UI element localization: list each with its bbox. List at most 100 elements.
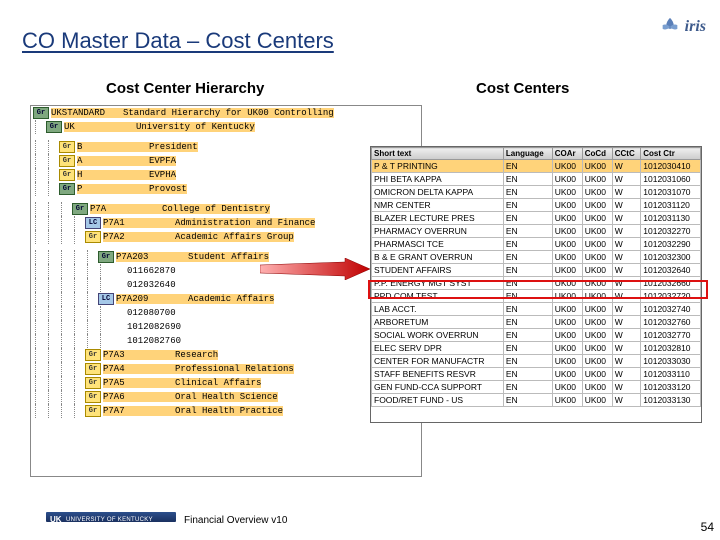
table-cell: W bbox=[612, 225, 641, 238]
table-row[interactable]: PHARMASCI TCEENUK00UK00W1012032290 bbox=[372, 238, 701, 251]
subtitle-hierarchy: Cost Center Hierarchy bbox=[106, 80, 264, 97]
table-cell: UK00 bbox=[582, 199, 612, 212]
table-cell: EN bbox=[503, 238, 552, 251]
hierarchy-row[interactable]: 012032640 bbox=[31, 278, 421, 292]
table-cell: EN bbox=[503, 355, 552, 368]
hierarchy-row[interactable]: 1012082760 bbox=[31, 334, 421, 348]
table-row[interactable]: OMICRON DELTA KAPPAENUK00UK00W1012031070 bbox=[372, 186, 701, 199]
table-cell: EN bbox=[503, 264, 552, 277]
table-row[interactable]: PHARMACY OVERRUNENUK00UK00W1012032270 bbox=[372, 225, 701, 238]
table-cell: W bbox=[612, 303, 641, 316]
table-cell: ARBORETUM bbox=[372, 316, 504, 329]
table-cell: UK00 bbox=[582, 225, 612, 238]
table-cell: ELEC SERV DPR bbox=[372, 342, 504, 355]
table-row[interactable]: PPD COM TESTENUK00UK00W1012032720 bbox=[372, 290, 701, 303]
tree-badge: Gr bbox=[59, 155, 75, 167]
table-cell: GEN FUND-CCA SUPPORT bbox=[372, 381, 504, 394]
table-header[interactable]: COAr bbox=[552, 148, 582, 160]
table-cell: W bbox=[612, 186, 641, 199]
table-cell: 1012032770 bbox=[641, 329, 701, 342]
tree-badge: Gr bbox=[85, 363, 101, 375]
table-header[interactable]: Cost Ctr bbox=[641, 148, 701, 160]
table-row[interactable]: FOOD/RET FUND - USENUK00UK00W1012033130 bbox=[372, 394, 701, 407]
table-cell: UK00 bbox=[552, 368, 582, 381]
hierarchy-row[interactable]: GrP7A2Academic Affairs Group bbox=[31, 230, 421, 244]
hierarchy-desc: Academic Affairs Group bbox=[175, 232, 294, 242]
tree-badge: Gr bbox=[85, 405, 101, 417]
hierarchy-desc: University of Kentucky bbox=[136, 122, 255, 132]
table-cell: UK00 bbox=[582, 303, 612, 316]
table-header[interactable]: Language bbox=[503, 148, 552, 160]
hierarchy-row[interactable]: GrP7A6Oral Health Science bbox=[31, 390, 421, 404]
hierarchy-row[interactable]: GrPProvost bbox=[31, 182, 421, 196]
table-row[interactable]: ELEC SERV DPRENUK00UK00W1012032810 bbox=[372, 342, 701, 355]
table-header[interactable]: Short text bbox=[372, 148, 504, 160]
hierarchy-row[interactable]: 012080700 bbox=[31, 306, 421, 320]
table-cell: EN bbox=[503, 160, 552, 173]
table-row[interactable]: P.P. ENERGY MGT SYSTENUK00UK00W101203266… bbox=[372, 277, 701, 290]
table-cell: W bbox=[612, 368, 641, 381]
hierarchy-row[interactable]: GrP7A203Student Affairs bbox=[31, 250, 421, 264]
table-cell: UK00 bbox=[552, 303, 582, 316]
hierarchy-row[interactable]: GrP7ACollege of Dentistry bbox=[31, 202, 421, 216]
hierarchy-code: 1012082760 bbox=[127, 336, 199, 346]
table-row[interactable]: STUDENT AFFAIRSENUK00UK00W1012032640 bbox=[372, 264, 701, 277]
hierarchy-row[interactable]: GrP7A7Oral Health Practice bbox=[31, 404, 421, 418]
footer-uk-badge: UK bbox=[50, 515, 62, 524]
table-cell: UK00 bbox=[552, 238, 582, 251]
table-cell: BLAZER LECTURE PRES bbox=[372, 212, 504, 225]
table-row[interactable]: PHI BETA KAPPAENUK00UK00W1012031060 bbox=[372, 173, 701, 186]
table-cell: UK00 bbox=[582, 394, 612, 407]
hierarchy-code: P7A2 bbox=[103, 232, 175, 242]
tree-badge: Gr bbox=[85, 391, 101, 403]
hierarchy-desc: Standard Hierarchy for UK00 Controlling bbox=[123, 108, 334, 118]
hierarchy-row[interactable]: GrHEVPHA bbox=[31, 168, 421, 182]
hierarchy-row[interactable]: GrP7A4Professional Relations bbox=[31, 362, 421, 376]
table-cell: P & T PRINTING bbox=[372, 160, 504, 173]
hierarchy-row[interactable]: GrUKSTANDARDStandard Hierarchy for UK00 … bbox=[31, 106, 421, 120]
table-row[interactable]: B & E GRANT OVERRUNENUK00UK00W1012032300 bbox=[372, 251, 701, 264]
table-row[interactable]: CENTER FOR MANUFACTRENUK00UK00W101203303… bbox=[372, 355, 701, 368]
hierarchy-code: P7A4 bbox=[103, 364, 175, 374]
table-row[interactable]: P & T PRINTINGENUK00UK00W1012030410 bbox=[372, 160, 701, 173]
hierarchy-row[interactable]: GrUKUniversity of Kentucky bbox=[31, 120, 421, 134]
hierarchy-row[interactable]: 011662870 bbox=[31, 264, 421, 278]
tree-badge: Gr bbox=[59, 183, 75, 195]
table-cell: UK00 bbox=[552, 290, 582, 303]
table-row[interactable]: ARBORETUMENUK00UK00W1012032760 bbox=[372, 316, 701, 329]
hierarchy-row[interactable]: 1012082690 bbox=[31, 320, 421, 334]
table-cell: UK00 bbox=[552, 225, 582, 238]
table-cell: W bbox=[612, 160, 641, 173]
table-header[interactable]: CoCd bbox=[582, 148, 612, 160]
table-header[interactable]: CCtC bbox=[612, 148, 641, 160]
table-row[interactable]: NMR CENTERENUK00UK00W1012031120 bbox=[372, 199, 701, 212]
hierarchy-desc: Academic Affairs bbox=[188, 294, 274, 304]
table-cell: UK00 bbox=[582, 160, 612, 173]
hierarchy-row[interactable]: LCP7A1Administration and Finance bbox=[31, 216, 421, 230]
table-row[interactable]: SOCIAL WORK OVERRUNENUK00UK00W1012032770 bbox=[372, 329, 701, 342]
table-cell: UK00 bbox=[582, 290, 612, 303]
tree-badge: LC bbox=[98, 293, 114, 305]
hierarchy-desc: Research bbox=[175, 350, 218, 360]
table-cell: EN bbox=[503, 212, 552, 225]
hierarchy-row[interactable]: GrP7A3Research bbox=[31, 348, 421, 362]
table-row[interactable]: STAFF BENEFITS RESVRENUK00UK00W101203311… bbox=[372, 368, 701, 381]
table-cell: P.P. ENERGY MGT SYST bbox=[372, 277, 504, 290]
hierarchy-row[interactable]: GrBPresident bbox=[31, 140, 421, 154]
table-cell: 1012031120 bbox=[641, 199, 701, 212]
hierarchy-row[interactable]: LCP7A209Academic Affairs bbox=[31, 292, 421, 306]
hierarchy-row[interactable]: GrP7A5Clinical Affairs bbox=[31, 376, 421, 390]
table-cell: EN bbox=[503, 381, 552, 394]
table-cell: EN bbox=[503, 186, 552, 199]
table-cell: UK00 bbox=[582, 368, 612, 381]
page-number: 54 bbox=[701, 520, 714, 534]
table-row[interactable]: GEN FUND-CCA SUPPORTENUK00UK00W101203312… bbox=[372, 381, 701, 394]
hierarchy-desc: Oral Health Practice bbox=[175, 406, 283, 416]
table-cell: W bbox=[612, 329, 641, 342]
table-row[interactable]: LAB ACCT.ENUK00UK00W1012032740 bbox=[372, 303, 701, 316]
table-cell: EN bbox=[503, 329, 552, 342]
table-cell: 1012032640 bbox=[641, 264, 701, 277]
hierarchy-desc: Clinical Affairs bbox=[175, 378, 261, 388]
table-row[interactable]: BLAZER LECTURE PRESENUK00UK00W1012031130 bbox=[372, 212, 701, 225]
hierarchy-row[interactable]: GrAEVPFA bbox=[31, 154, 421, 168]
